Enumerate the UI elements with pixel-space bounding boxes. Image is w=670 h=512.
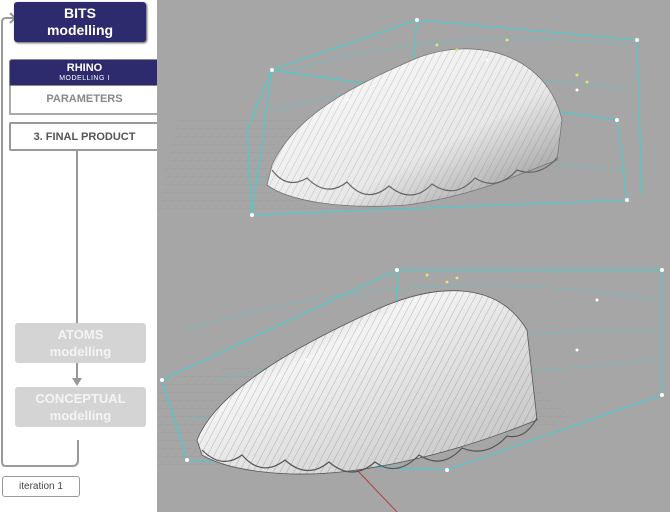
rhino-subtitle: MODELLING I	[59, 75, 110, 82]
down-arrow-icon	[72, 378, 82, 386]
bits-modelling-button[interactable]: BITS modelling	[14, 2, 146, 42]
top-3d-view[interactable]	[157, 18, 643, 217]
parameters-button[interactable]: PARAMETERS	[9, 86, 160, 115]
process-sidebar: BITS modelling RHINO MODELLING I PARAMET…	[0, 0, 160, 512]
bits-label: BITS	[64, 5, 96, 21]
final-product-button[interactable]: 3. FINAL PRODUCT	[9, 122, 160, 151]
bits-modelling-label: modelling	[46, 22, 114, 38]
atoms-label: ATOMS	[57, 327, 104, 342]
atoms-modelling-label: modelling	[49, 344, 112, 359]
conceptual-label: CONCEPTUAL	[35, 391, 126, 406]
rhino-viewport[interactable]	[157, 0, 670, 512]
conceptual-modelling-button[interactable]: CONCEPTUAL modelling	[15, 387, 146, 427]
rhino-modelling-button[interactable]: RHINO MODELLING I	[9, 59, 160, 86]
final-product-label: 3. FINAL PRODUCT	[33, 131, 136, 143]
conceptual-modelling-label: modelling	[49, 408, 112, 423]
viewport-canvas[interactable]	[157, 0, 670, 512]
parameters-label: PARAMETERS	[46, 93, 123, 105]
rhino-label: RHINO	[66, 62, 103, 74]
atoms-modelling-button[interactable]: ATOMS modelling	[15, 323, 146, 363]
bottom-3d-view[interactable]	[157, 268, 664, 512]
iteration-indicator[interactable]: iteration 1	[2, 476, 80, 497]
iteration-label: iteration 1	[19, 481, 63, 492]
